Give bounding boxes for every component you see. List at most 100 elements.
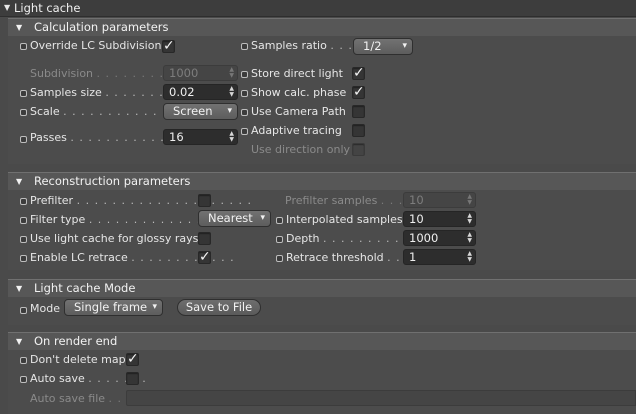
prefilter-label: Prefilter . . . . . . . . . . . . . . . … [30, 194, 252, 207]
spinner-arrows-icon[interactable]: ▲ ▼ [467, 232, 472, 244]
animate-dot-icon[interactable] [241, 71, 248, 78]
use-direction-only-checkbox [352, 143, 365, 156]
collapse-triangle-icon[interactable]: ▼ [16, 23, 22, 32]
prefilter-checkbox[interactable] [198, 194, 211, 207]
animate-dot-icon[interactable] [241, 109, 248, 116]
prefilter-samples-value: 10 [409, 193, 424, 207]
mode-value: Single frame [74, 300, 148, 314]
subdivision-field: 1000 ▲ ▼ [163, 65, 238, 81]
animate-dot-icon[interactable] [276, 236, 283, 243]
render-end-section-header[interactable]: ▼ On render end [8, 332, 636, 351]
spinner-arrows-icon[interactable]: ▲ ▼ [467, 213, 472, 225]
animate-dot-icon[interactable] [20, 136, 27, 143]
retrace-threshold-label: Retrace threshold . . . . [286, 251, 418, 264]
animate-dot-icon[interactable] [20, 217, 27, 224]
retrace-threshold-value: 1 [409, 250, 417, 264]
dont-delete-map-checkbox[interactable]: ✓ [126, 351, 139, 367]
glossy-rays-label: Use light cache for glossy rays [30, 232, 199, 245]
collapse-triangle-icon[interactable]: ▼ [4, 3, 10, 12]
checkmark-icon: ✓ [163, 38, 175, 54]
samples-size-label: Samples size . . . . . . . . . [30, 86, 182, 99]
filter-type-value: Nearest [208, 211, 253, 225]
animate-dot-icon[interactable] [276, 255, 283, 262]
samples-ratio-value: 1/2 [363, 39, 382, 53]
use-camera-path-label: Use Camera Path [251, 105, 346, 118]
mode-label: Mode [30, 302, 60, 315]
calc-section-header[interactable]: ▼ Calculation parameters [8, 18, 636, 37]
spinner-arrows-icon: ▲ ▼ [229, 66, 234, 79]
adaptive-tracing-label: Adaptive tracing [251, 124, 342, 137]
spinner-arrows-icon[interactable]: ▲ ▼ [467, 251, 472, 263]
checkmark-icon: ✓ [127, 351, 139, 367]
mode-section-header[interactable]: ▼ Light cache Mode [8, 279, 636, 298]
mode-section-title: Light cache Mode [34, 281, 136, 295]
interpolated-samples-field[interactable]: 10 ▲ ▼ [403, 211, 476, 227]
animate-dot-icon[interactable] [20, 109, 27, 116]
samples-ratio-dropdown[interactable]: 1/2 ▾ [353, 38, 413, 55]
samples-size-value: 0.02 [169, 85, 195, 99]
spinner-arrows-icon: ▲ ▼ [467, 193, 472, 206]
use-direction-only-label: Use direction only [251, 143, 351, 156]
dont-delete-map-label: Don't delete map [30, 353, 126, 366]
passes-field[interactable]: 16 ▲ ▼ [163, 129, 238, 145]
spinner-arrows-icon[interactable]: ▲ ▼ [229, 131, 234, 143]
interpolated-samples-label: Interpolated samples [286, 213, 403, 226]
depth-field[interactable]: 1000 ▲ ▼ [403, 230, 476, 246]
show-calc-phase-label: Show calc. phase [251, 86, 347, 99]
enable-lc-retrace-checkbox[interactable]: ✓ [198, 249, 211, 265]
light-cache-title-bar[interactable]: ▼ Light cache [0, 0, 636, 17]
chevron-down-icon: ▾ [402, 41, 407, 51]
auto-save-checkbox[interactable] [126, 372, 139, 385]
animate-dot-icon[interactable] [241, 43, 248, 50]
animate-dot-icon[interactable] [20, 43, 27, 50]
animate-dot-icon[interactable] [20, 90, 27, 97]
store-direct-light-label: Store direct light [251, 67, 343, 80]
chevron-down-icon: ▾ [260, 213, 265, 223]
scale-value: Screen [173, 104, 213, 118]
animate-dot-icon[interactable] [20, 307, 27, 314]
chevron-down-icon: ▾ [227, 106, 232, 116]
samples-size-field[interactable]: 0.02 ▲ ▼ [163, 84, 238, 100]
filter-type-dropdown[interactable]: Nearest ▾ [198, 210, 271, 227]
prefilter-samples-label: Prefilter samples . . . . [285, 194, 413, 207]
samples-ratio-label: Samples ratio . . . [251, 39, 353, 52]
animate-dot-icon[interactable] [20, 198, 27, 205]
glossy-rays-checkbox[interactable] [198, 232, 211, 245]
save-to-file-button[interactable]: Save to File [177, 299, 261, 316]
animate-dot-icon[interactable] [20, 357, 27, 364]
use-camera-path-checkbox[interactable] [352, 105, 365, 118]
recon-section-header[interactable]: ▼ Reconstruction parameters [8, 172, 636, 191]
depth-value: 1000 [409, 231, 439, 245]
mode-dropdown[interactable]: Single frame ▾ [64, 299, 163, 316]
collapse-triangle-icon[interactable]: ▼ [16, 284, 22, 293]
animate-dot-icon[interactable] [20, 255, 27, 262]
adaptive-tracing-checkbox[interactable] [352, 124, 365, 137]
retrace-threshold-field[interactable]: 1 ▲ ▼ [403, 249, 476, 265]
store-direct-light-checkbox[interactable]: ✓ [352, 65, 365, 81]
auto-save-file-field [126, 390, 636, 406]
animate-dot-icon[interactable] [20, 376, 27, 383]
override-lc-checkbox[interactable]: ✓ [162, 38, 175, 54]
collapse-triangle-icon[interactable]: ▼ [16, 177, 22, 186]
panel-title: Light cache [14, 1, 81, 15]
spinner-arrows-icon[interactable]: ▲ ▼ [229, 86, 234, 98]
collapse-triangle-icon[interactable]: ▼ [16, 337, 22, 346]
scale-dropdown[interactable]: Screen ▾ [163, 103, 238, 120]
interpolated-samples-value: 10 [409, 212, 424, 226]
checkmark-icon: ✓ [353, 84, 365, 100]
auto-save-file-label: Auto save file . . . [30, 392, 132, 405]
calc-section-title: Calculation parameters [34, 20, 169, 34]
checkmark-icon: ✓ [353, 65, 365, 81]
animate-dot-icon[interactable] [241, 128, 248, 135]
checkmark-icon: ✓ [199, 249, 211, 265]
recon-section-title: Reconstruction parameters [34, 174, 191, 188]
animate-dot-icon[interactable] [241, 90, 248, 97]
chevron-down-icon: ▾ [152, 302, 157, 312]
render-end-section-title: On render end [34, 334, 118, 348]
animate-dot-icon[interactable] [276, 217, 283, 224]
show-calc-phase-checkbox[interactable]: ✓ [352, 84, 365, 100]
subdivision-value: 1000 [169, 66, 199, 80]
override-lc-label: Override LC Subdivision [30, 39, 162, 52]
animate-dot-icon[interactable] [20, 236, 27, 243]
prefilter-samples-field: 10 ▲ ▼ [403, 192, 476, 208]
